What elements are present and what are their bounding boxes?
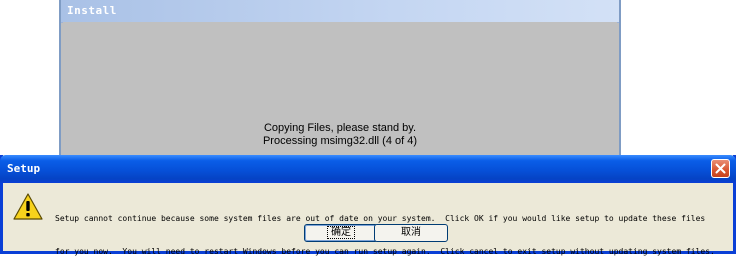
install-titlebar: Install [61,0,619,23]
close-icon [715,163,726,174]
close-button[interactable] [711,159,730,178]
warning-icon [13,193,43,220]
setup-message-line: for you now. You will need to restart Wi… [55,247,715,256]
setup-titlebar[interactable]: Setup [0,155,736,183]
ok-button[interactable]: 确定 [304,224,378,242]
install-window-title: Install [67,4,117,17]
cancel-button[interactable]: 取消 [374,224,448,242]
install-progress-text: Processing msimg32.dll (4 of 4) [262,135,418,147]
install-body: Copying Files, please stand by. Processi… [63,22,617,163]
setup-dialog-title: Setup [7,162,41,175]
setup-message-line: Setup cannot continue because some syste… [55,214,706,223]
cancel-button-label: 取消 [401,227,421,238]
install-status-text: Copying Files, please stand by. [263,122,417,134]
install-window: Install Copying Files, please stand by. … [59,0,621,165]
ok-button-label: 确定 [327,226,355,239]
setup-dialog: Setup Setup cannot continue because some… [0,155,736,256]
